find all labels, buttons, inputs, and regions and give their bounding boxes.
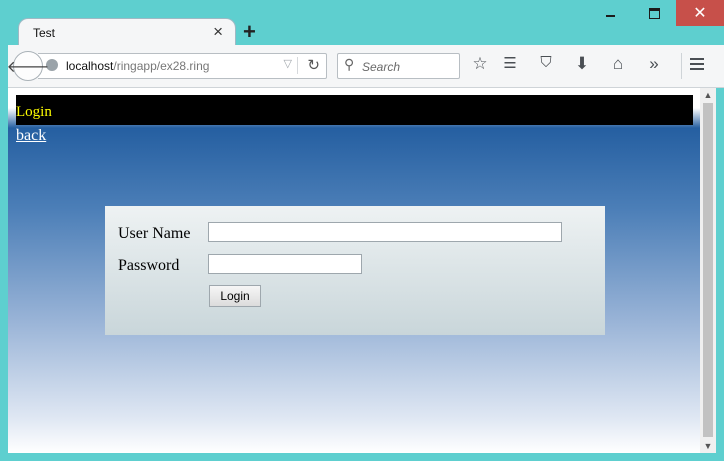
browser-tab[interactable]: Test ×	[18, 18, 236, 47]
scroll-down-icon[interactable]: ▼	[700, 439, 716, 453]
new-tab-icon[interactable]: +	[243, 19, 256, 45]
vertical-scrollbar[interactable]: ▲ ▼	[700, 88, 716, 453]
pocket-icon[interactable]: ⛉	[534, 54, 558, 71]
minimize-icon	[605, 15, 615, 17]
tab-close-icon[interactable]: ×	[213, 22, 223, 42]
overflow-icon[interactable]: »	[642, 54, 666, 74]
search-bar[interactable]: ⚲ Search	[337, 53, 460, 79]
page-viewport: Login back User Name Password Login	[8, 88, 700, 453]
nav-toolbar: localhost/ringapp/ex28.ring ▽ ↻ 🡐 ⚲ Sear…	[7, 45, 724, 88]
password-input[interactable]	[208, 254, 362, 274]
close-window-button[interactable]: ✕	[676, 0, 724, 26]
page-header: Login	[16, 95, 693, 125]
url-text: localhost/ringapp/ex28.ring	[66, 59, 209, 73]
url-bar[interactable]: localhost/ringapp/ex28.ring ▽ ↻	[38, 53, 327, 79]
home-icon[interactable]: ⌂	[606, 54, 630, 74]
scroll-up-icon[interactable]: ▲	[700, 88, 716, 102]
maximize-button[interactable]	[632, 0, 676, 26]
page-title: Login	[16, 104, 52, 120]
tab-title: Test	[33, 26, 56, 40]
password-label: Password	[118, 257, 180, 274]
bookmark-star-icon[interactable]: ☆	[468, 54, 492, 74]
url-divider	[297, 57, 298, 74]
minimize-button[interactable]	[588, 0, 632, 26]
username-label: User Name	[118, 225, 191, 242]
back-link[interactable]: back	[16, 127, 46, 145]
menu-icon[interactable]	[690, 58, 704, 73]
url-host: localhost	[66, 59, 114, 73]
search-placeholder: Search	[362, 60, 401, 74]
close-icon: ✕	[693, 5, 707, 22]
download-icon[interactable]: ⬇	[570, 54, 594, 74]
search-icon: ⚲	[344, 56, 355, 72]
login-button[interactable]: Login	[209, 285, 261, 307]
dropdown-icon[interactable]: ▽	[284, 57, 292, 70]
username-input[interactable]	[208, 222, 562, 242]
reload-icon[interactable]: ↻	[307, 56, 320, 74]
browser-window: ✕ Test × + localhost/ringapp/ex28.ring ▽…	[0, 0, 724, 461]
url-path: /ringapp/ex28.ring	[113, 59, 210, 73]
scroll-thumb[interactable]	[703, 103, 713, 437]
back-arrow-icon[interactable]: 🡐	[7, 51, 49, 81]
maximize-icon	[648, 7, 660, 19]
toolbar-divider	[681, 53, 682, 79]
login-form: User Name Password Login	[105, 206, 605, 335]
reading-list-icon[interactable]: ☰	[498, 54, 522, 72]
window-controls: ✕	[588, 0, 724, 28]
